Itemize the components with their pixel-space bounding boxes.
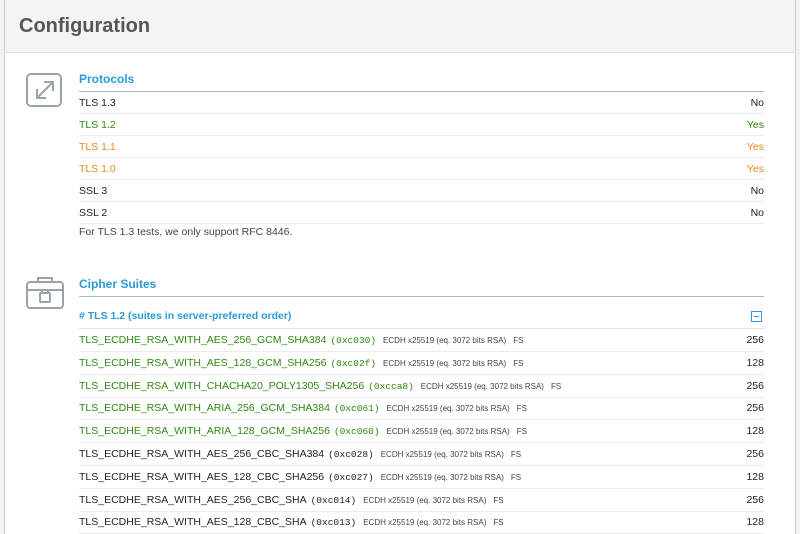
cipher-suite-name: TLS_ECDHE_RSA_WITH_AES_256_GCM_SHA384 [79, 334, 327, 346]
cipher-strength-bits: 128 [746, 471, 764, 483]
cipher-suite-name: TLS_ECDHE_RSA_WITH_AES_256_CBC_SHA [79, 494, 307, 506]
cipher-suite-row: TLS_ECDHE_RSA_WITH_AES_256_GCM_SHA384 (0x… [79, 329, 764, 352]
key-exchange-info: ECDH x25519 (eq. 3072 bits RSA) [363, 495, 487, 505]
protocol-name: TLS 1.1 [79, 140, 116, 153]
tls12-group-title: # TLS 1.2 (suites in server-preferred or… [79, 310, 292, 322]
cipher-suite-code: (0xcca8) [368, 380, 414, 392]
key-exchange-info: ECDH x25519 (eq. 3072 bits RSA) [383, 335, 507, 345]
cipher-strength-bits: 256 [746, 402, 764, 414]
cipher-suite-code: (0xc014) [310, 494, 357, 506]
protocol-row: TLS 1.1 Yes [79, 136, 764, 158]
protocol-name: SSL 3 [79, 184, 108, 197]
resize-arrows-icon [25, 70, 65, 110]
cipher-suite-name: TLS_ECDHE_RSA_WITH_AES_256_CBC_SHA384 [79, 448, 325, 460]
cipher-suite-code: (0xc061) [333, 402, 380, 414]
cipher-suite-row: TLS_ECDHE_RSA_WITH_AES_256_CBC_SHA (0xc01… [79, 489, 764, 512]
configuration-panel: Configuration Protocols TLS 1.3 No TLS 1.2… [4, 0, 796, 534]
protocol-row: TLS 1.3 No [79, 92, 764, 114]
protocol-support: No [750, 96, 764, 109]
protocol-support: Yes [746, 140, 764, 153]
key-exchange-info: ECDH x25519 (eq. 3072 bits RSA) [386, 403, 510, 413]
lockbox-icon [25, 272, 65, 312]
cipher-suites-divider [79, 296, 764, 297]
cipher-suite-name: TLS_ECDHE_RSA_WITH_AES_128_CBC_SHA [79, 516, 307, 528]
protocol-row: SSL 2 No [79, 202, 764, 224]
cipher-suite-code: (0xc013) [310, 516, 357, 528]
cipher-suite-name: TLS_ECDHE_RSA_WITH_AES_128_CBC_SHA256 [79, 471, 325, 483]
protocol-support: No [750, 206, 764, 219]
protocol-support: Yes [746, 162, 764, 175]
tls12-group-header[interactable]: # TLS 1.2 (suites in server-preferred or… [79, 304, 764, 329]
cipher-strength-bits: 128 [746, 357, 764, 369]
cipher-suite-code: (0xc02f) [330, 357, 377, 369]
key-exchange-info: ECDH x25519 (eq. 3072 bits RSA) [383, 358, 507, 368]
cipher-suite-code: (0xc028) [328, 448, 374, 460]
protocol-name: TLS 1.2 [79, 118, 116, 131]
panel-header: Configuration [5, 0, 795, 53]
forward-secrecy-badge: FS [513, 335, 524, 345]
forward-secrecy-badge: FS [510, 449, 522, 459]
protocols-title: Protocols [79, 72, 135, 86]
protocol-name: SSL 2 [79, 206, 108, 219]
protocol-name: TLS 1.3 [79, 96, 116, 109]
key-exchange-info: ECDH x25519 (eq. 3072 bits RSA) [420, 381, 544, 391]
key-exchange-info: ECDH x25519 (eq. 3072 bits RSA) [363, 517, 487, 527]
cipher-suite-name: TLS_ECDHE_RSA_WITH_CHACHA20_POLY1305_SHA… [79, 380, 365, 392]
protocol-row: SSL 3 No [79, 180, 764, 202]
protocol-name: TLS 1.0 [79, 162, 116, 175]
cipher-suite-name: TLS_ECDHE_RSA_WITH_ARIA_128_GCM_SHA256 [79, 425, 330, 437]
cipher-suite-row: TLS_ECDHE_RSA_WITH_AES_128_CBC_SHA256 (0x… [79, 466, 764, 489]
key-exchange-info: ECDH x25519 (eq. 3072 bits RSA) [386, 426, 510, 436]
forward-secrecy-badge: FS [516, 426, 527, 436]
protocol-row: TLS 1.0 Yes [79, 158, 764, 180]
cipher-suite-name: TLS_ECDHE_RSA_WITH_ARIA_256_GCM_SHA384 [79, 402, 330, 414]
cipher-strength-bits: 256 [746, 494, 764, 506]
protocol-support: Yes [746, 118, 764, 131]
forward-secrecy-badge: FS [510, 472, 522, 482]
key-exchange-info: ECDH x25519 (eq. 3072 bits RSA) [380, 472, 504, 482]
cipher-suite-name: TLS_ECDHE_RSA_WITH_AES_128_GCM_SHA256 [79, 357, 327, 369]
cipher-suite-row: TLS_ECDHE_RSA_WITH_AES_128_CBC_SHA (0xc01… [79, 511, 764, 534]
key-exchange-info: ECDH x25519 (eq. 3072 bits RSA) [380, 449, 504, 459]
cipher-strength-bits: 128 [746, 516, 764, 528]
forward-secrecy-badge: FS [493, 517, 504, 527]
collapse-icon[interactable] [751, 310, 762, 322]
cipher-suite-row: TLS_ECDHE_RSA_WITH_CHACHA20_POLY1305_SHA… [79, 375, 764, 398]
forward-secrecy-badge: FS [513, 358, 524, 368]
cipher-suite-row: TLS_ECDHE_RSA_WITH_ARIA_256_GCM_SHA384 (0… [79, 397, 764, 420]
cipher-suite-row: TLS_ECDHE_RSA_WITH_AES_128_GCM_SHA256 (0x… [79, 352, 764, 375]
cipher-suites-title: Cipher Suites [79, 277, 157, 291]
page-title: Configuration [19, 15, 151, 37]
protocol-support: No [750, 184, 764, 197]
cipher-suite-code: (0xc027) [328, 471, 374, 483]
forward-secrecy-badge: FS [550, 381, 562, 391]
cipher-suite-code: (0xc060) [333, 425, 380, 437]
cipher-suite-row: TLS_ECDHE_RSA_WITH_ARIA_128_GCM_SHA256 (0… [79, 420, 764, 443]
forward-secrecy-badge: FS [516, 403, 527, 413]
cipher-strength-bits: 128 [746, 425, 764, 437]
cipher-strength-bits: 256 [746, 334, 764, 346]
protocol-row: TLS 1.2 Yes [79, 114, 764, 136]
forward-secrecy-badge: FS [493, 495, 504, 505]
protocols-note: For TLS 1.3 tests, we only support RFC 8… [79, 226, 293, 238]
cipher-strength-bits: 256 [746, 380, 764, 392]
cipher-suite-row: TLS_ECDHE_RSA_WITH_AES_256_CBC_SHA384 (0x… [79, 443, 764, 466]
cipher-strength-bits: 256 [746, 448, 764, 460]
cipher-suite-code: (0xc030) [330, 334, 377, 346]
